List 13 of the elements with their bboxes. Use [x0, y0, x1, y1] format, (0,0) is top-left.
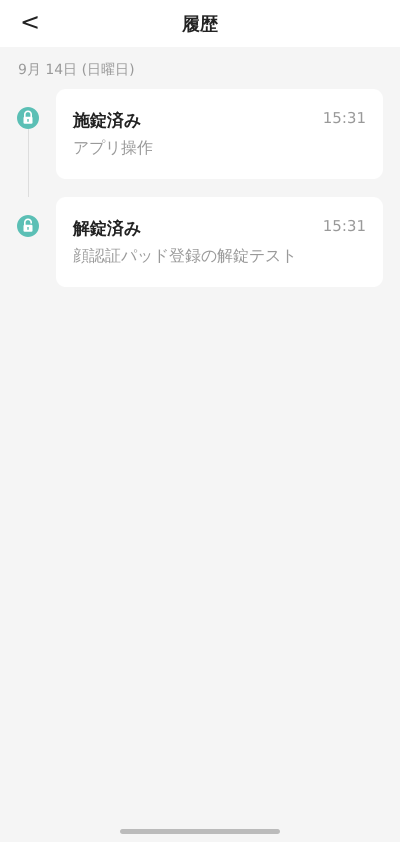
event-title: 解錠済み — [73, 218, 142, 240]
event-description: 顔認証パッド登録の解錠テスト — [73, 245, 297, 267]
event-description: アプリ操作 — [73, 137, 153, 159]
back-button[interactable]: < — [14, 8, 46, 36]
lock-icon — [17, 107, 39, 129]
event-card[interactable]: 施錠済み アプリ操作 15:31 — [56, 89, 383, 179]
event-title: 施錠済み — [73, 110, 142, 132]
event-time: 15:31 — [322, 217, 366, 237]
event-time: 15:31 — [322, 109, 366, 129]
unlocked-lock-icon — [17, 215, 39, 237]
page-title: 履歴 — [182, 12, 218, 36]
event-card[interactable]: 解錠済み 顔認証パッド登録の解錠テスト 15:31 — [56, 197, 383, 287]
date-heading: 9月 14日 (日曜日) — [17, 61, 136, 80]
